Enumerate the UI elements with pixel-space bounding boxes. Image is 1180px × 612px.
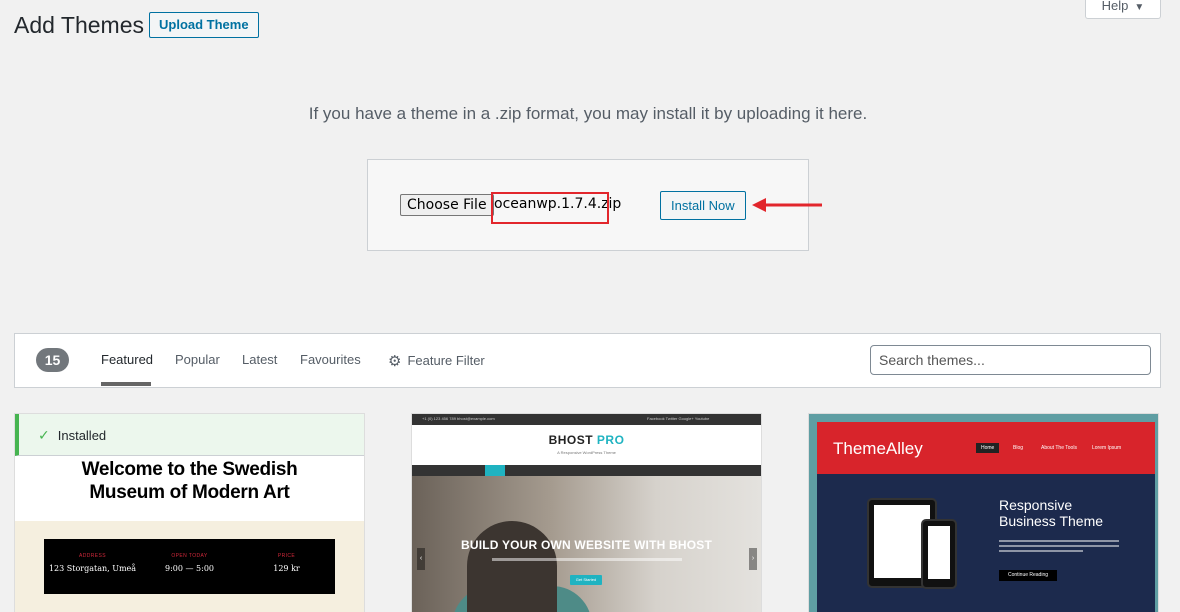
checkmark-icon: ✓ [38, 427, 50, 443]
red-arrow-annotation [752, 198, 822, 212]
theme-cta-button: Continue Reading [999, 570, 1057, 581]
nav-active-item [485, 465, 505, 476]
theme-logo: BHOST PRO [412, 433, 761, 447]
info-price: PRICE 129 kr [238, 553, 335, 573]
theme-logo: ThemeAlley [833, 439, 923, 458]
tab-favourites[interactable]: Favourites [300, 352, 361, 367]
phone-mockup [921, 519, 957, 589]
headline-line-1: Welcome to the Swedish [81, 459, 298, 480]
installed-label: Installed [57, 428, 107, 443]
gear-icon: ⚙ [388, 353, 402, 370]
feature-filter-button[interactable]: ⚙ Feature Filter [388, 352, 485, 370]
nav-lorem: Lorem Ipsum [1092, 445, 1122, 451]
help-button[interactable]: Help ▼ [1085, 0, 1161, 19]
help-label: Help [1101, 0, 1129, 13]
theme-tagline: A Responsive WordPress Theme [557, 450, 616, 455]
upload-theme-button[interactable]: Upload Theme [149, 12, 259, 38]
tab-featured[interactable]: Featured [101, 352, 153, 367]
logo-main: BHOST [548, 433, 594, 447]
theme-card-bhost[interactable]: +1 (0) 123 456 789 bhost@example.com Fac… [411, 413, 762, 612]
choose-file-button[interactable]: Choose File [400, 194, 494, 216]
theme-topbar: +1 (0) 123 456 789 bhost@example.com Fac… [412, 414, 761, 425]
search-themes-input[interactable] [870, 345, 1151, 375]
theme-card-themealley[interactable]: ThemeAlley Home Blog About The Tools Lor… [808, 413, 1159, 612]
person-head [467, 521, 557, 612]
theme-screenshot-footer: ADDRESS 123 Storgatan, Umeå OPEN TODAY 9… [15, 521, 364, 612]
slider-prev-icon: ‹ [417, 548, 425, 570]
topbar-social: Facebook Twitter Google+ Youtube [647, 416, 710, 421]
hero-button: Get Started [570, 575, 602, 585]
info-label: OPEN TODAY [171, 553, 208, 559]
theme-nav [412, 465, 761, 476]
info-value: 123 Storgatan, Umeå [48, 564, 137, 573]
hero-title: BUILD YOUR OWN WEBSITE WITH BHOST [460, 538, 713, 552]
theme-screenshot-headline: Welcome to the Swedish Museum of Modern … [15, 458, 364, 504]
nav-blog: Blog [1013, 445, 1024, 451]
logo-pro: PRO [596, 433, 625, 447]
caret-down-icon: ▼ [1134, 2, 1145, 13]
upload-form: Choose File oceanwp.1.7.4.zip Install No… [367, 159, 809, 251]
headline-line-2: Business Theme [999, 513, 1104, 529]
headline-line-1: Responsive [999, 497, 1073, 513]
nav-about: About The Tools [1041, 445, 1077, 451]
info-value: 9:00 — 5:00 [164, 564, 214, 573]
feature-filter-label: Feature Filter [407, 353, 485, 368]
upload-description: If you have a theme in a .zip format, yo… [308, 104, 868, 123]
theme-count-badge: 15 [36, 348, 69, 372]
hero-subtext [492, 558, 682, 561]
info-address: ADDRESS 123 Storgatan, Umeå [44, 553, 141, 573]
installed-notice: ✓ Installed [15, 414, 364, 456]
phone-screen [928, 526, 950, 579]
theme-hero-image: BUILD YOUR OWN WEBSITE WITH BHOST Get St… [412, 476, 761, 612]
topbar-contact: +1 (0) 123 456 789 bhost@example.com [422, 416, 495, 421]
theme-screenshot: ThemeAlley Home Blog About The Tools Lor… [817, 422, 1155, 612]
install-now-button[interactable]: Install Now [660, 191, 746, 220]
theme-card-swedish-museum[interactable]: ✓ Installed Welcome to the Swedish Museum… [14, 413, 365, 612]
info-label: PRICE [277, 553, 296, 559]
nav-home: Home [976, 443, 1000, 453]
tab-latest[interactable]: Latest [242, 352, 277, 367]
theme-filter-bar: 15 Featured Popular Latest Favourites ⚙ F… [14, 333, 1161, 388]
slider-next-icon: › [749, 548, 757, 570]
file-name-highlight [491, 192, 609, 224]
info-block: ADDRESS 123 Storgatan, Umeå OPEN TODAY 9… [44, 539, 335, 594]
info-label: ADDRESS [79, 553, 106, 559]
theme-headline: Responsive Business Theme [999, 497, 1103, 529]
theme-body-text [999, 540, 1119, 558]
headline-line-2: Museum of Modern Art [89, 482, 290, 503]
info-value: 129 kr [273, 564, 300, 573]
info-hours: OPEN TODAY 9:00 — 5:00 [141, 553, 238, 573]
theme-header: ThemeAlley Home Blog About The Tools Lor… [817, 422, 1155, 474]
theme-header: BHOST PRO A Responsive WordPress Theme [412, 425, 761, 465]
active-tab-indicator [101, 382, 151, 386]
page-title: Add Themes [14, 12, 144, 38]
tab-popular[interactable]: Popular [175, 352, 220, 367]
